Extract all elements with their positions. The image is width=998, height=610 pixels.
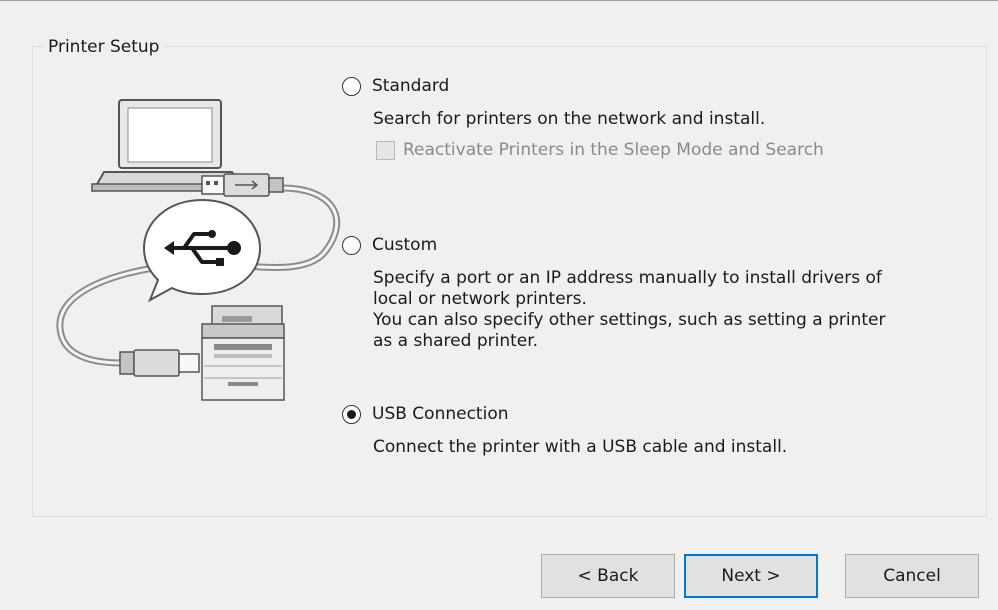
back-button[interactable]: < Back (541, 554, 675, 598)
top-divider (0, 0, 998, 1)
standard-label[interactable]: Standard (372, 75, 449, 97)
next-button[interactable]: Next > (684, 554, 818, 598)
printer-usb-plug-icon (119, 349, 200, 377)
custom-description: Specify a port or an IP address manually… (373, 268, 886, 351)
usb-connection-radio[interactable] (342, 405, 361, 424)
cancel-button[interactable]: Cancel (845, 554, 979, 598)
custom-label[interactable]: Custom (372, 234, 437, 256)
reactivate-sleep-checkbox (376, 141, 395, 160)
standard-radio[interactable] (342, 77, 361, 96)
custom-radio[interactable] (342, 236, 361, 255)
usb-plug-icon (201, 173, 284, 197)
usb-symbol-icon (142, 198, 262, 303)
usb-connection-illustration (56, 99, 341, 401)
reactivate-sleep-label: Reactivate Printers in the Sleep Mode an… (403, 140, 824, 160)
usb-connection-label[interactable]: USB Connection (372, 403, 509, 425)
printer-icon (201, 305, 285, 401)
groupbox-title: Printer Setup (44, 37, 164, 57)
standard-description: Search for printers on the network and i… (373, 109, 766, 129)
usb-connection-description: Connect the printer with a USB cable and… (373, 437, 788, 457)
